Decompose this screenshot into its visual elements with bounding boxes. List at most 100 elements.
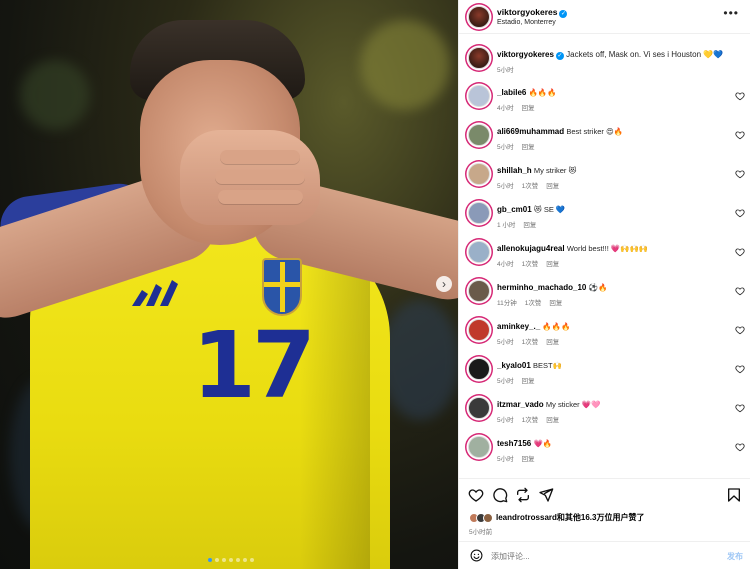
comment-like-count[interactable]: 1次赞 xyxy=(522,183,539,190)
caption-username[interactable]: viktorgyokeres xyxy=(497,50,554,59)
reply-button[interactable]: 回复 xyxy=(549,300,562,307)
carousel-dot xyxy=(229,558,233,562)
comment-input[interactable] xyxy=(491,549,691,563)
commenter-avatar[interactable] xyxy=(468,202,490,224)
comment-row: _kyalo01 BEST🙌 5小时 回复 xyxy=(459,351,750,389)
likes-summary[interactable]: leandrotrossard和其他16.3万位用户赞了 xyxy=(469,512,644,523)
comment-like-count[interactable]: 1次赞 xyxy=(522,339,539,346)
reply-button[interactable]: 回复 xyxy=(523,222,536,229)
commenter-avatar[interactable] xyxy=(468,241,490,263)
more-options-icon[interactable]: ••• xyxy=(723,6,739,20)
comment-time: 5小时 xyxy=(497,378,514,385)
reply-button[interactable]: 回复 xyxy=(546,183,559,190)
post-header: viktorgyokeres ✓ Estadio, Monterrey ••• xyxy=(459,0,750,34)
comment-like-icon[interactable] xyxy=(735,325,745,335)
post-comment-button[interactable]: 发布 xyxy=(727,551,743,562)
comment-username[interactable]: ali669muhammad xyxy=(497,127,564,136)
comment-username[interactable]: gb_cm01 xyxy=(497,205,532,214)
heart-icon[interactable] xyxy=(468,487,484,503)
comment-username[interactable]: _labile6 xyxy=(497,88,526,97)
comment-like-icon[interactable] xyxy=(735,247,745,257)
background-light xyxy=(20,60,90,130)
background-light xyxy=(380,300,458,420)
carousel-dot xyxy=(208,558,212,562)
comment-time: 4小时 xyxy=(497,105,514,112)
comment-like-count[interactable]: 1次赞 xyxy=(525,300,542,307)
comment-like-icon[interactable] xyxy=(735,403,745,413)
comment-username[interactable]: allenokujagu4real xyxy=(497,244,565,253)
post-location[interactable]: Estadio, Monterrey xyxy=(497,19,556,26)
reply-button[interactable]: 回复 xyxy=(522,456,535,463)
comment-username[interactable]: _kyalo01 xyxy=(497,361,531,370)
comment-username[interactable]: aminkey_._ xyxy=(497,322,540,331)
commenter-avatar[interactable] xyxy=(468,85,490,107)
comment-text-line: itzmar_vado My sticker 💗🩷 xyxy=(497,400,729,409)
comment-meta: 1 小时 回复 xyxy=(497,219,544,229)
commenter-avatar[interactable] xyxy=(468,319,490,341)
comment-like-count[interactable]: 1次赞 xyxy=(522,417,539,424)
caption-row: viktorgyokeres ✓ Jackets off, Mask on. Vi… xyxy=(459,40,750,78)
comment-username[interactable]: tesh7156 xyxy=(497,439,531,448)
post-viewer: 17 › viktorgyokeres ✓ Estadio, Monterrey … xyxy=(0,0,750,569)
comment-meta: 5小时 回复 xyxy=(497,141,543,151)
commenter-avatar[interactable] xyxy=(468,358,490,380)
comment-meta: 5小时 1次赞 回复 xyxy=(497,336,567,346)
comment-like-icon[interactable] xyxy=(735,208,745,218)
author-avatar[interactable] xyxy=(468,47,490,69)
comment-meta: 5小时 1次赞 回复 xyxy=(497,414,567,424)
comment-like-icon[interactable] xyxy=(735,364,745,374)
comment-text-line: allenokujagu4real World best!!! 💗🙌🙌🙌 xyxy=(497,244,729,253)
comment-time: 4小时 xyxy=(497,261,514,268)
comment-like-count[interactable]: 1次赞 xyxy=(522,261,539,268)
reply-button[interactable]: 回复 xyxy=(522,378,535,385)
comment-like-icon[interactable] xyxy=(735,130,745,140)
repost-icon[interactable] xyxy=(515,487,531,503)
commenter-avatar[interactable] xyxy=(468,124,490,146)
caption-text: Jackets off, Mask on. Vi ses i Houston 💛… xyxy=(566,50,724,59)
comment-username[interactable]: herminho_machado_10 xyxy=(497,283,586,292)
comment-row: herminho_machado_10 ⚽🔥 11分钟 1次赞 回复 xyxy=(459,273,750,311)
commenter-avatar[interactable] xyxy=(468,163,490,185)
next-slide-button[interactable]: › xyxy=(436,276,452,292)
comment-username[interactable]: shillah_h xyxy=(497,166,532,175)
author-username-text[interactable]: viktorgyokeres xyxy=(497,7,557,17)
reply-button[interactable]: 回复 xyxy=(546,339,559,346)
background-light xyxy=(360,20,450,110)
emoji-icon[interactable] xyxy=(470,549,483,562)
comment-text-line: gb_cm01 😻 SE 💙 xyxy=(497,205,729,214)
author-avatar[interactable] xyxy=(468,6,490,28)
bookmark-icon[interactable] xyxy=(726,487,742,503)
comment-username[interactable]: itzmar_vado xyxy=(497,400,544,409)
share-icon[interactable] xyxy=(538,487,554,503)
reply-button[interactable]: 回复 xyxy=(522,105,535,112)
comment-like-icon[interactable] xyxy=(735,169,745,179)
comment-meta: 11分钟 1次赞 回复 xyxy=(497,297,570,307)
reply-button[interactable]: 回复 xyxy=(546,261,559,268)
comment-like-icon[interactable] xyxy=(735,442,745,452)
post-photo[interactable]: 17 › xyxy=(0,0,458,569)
comment-text-line: herminho_machado_10 ⚽🔥 xyxy=(497,283,729,292)
comment-like-icon[interactable] xyxy=(735,286,745,296)
comment-meta: 5小时 回复 xyxy=(497,453,543,463)
crest-cross xyxy=(280,262,285,312)
comment-like-icon[interactable] xyxy=(735,91,745,101)
reply-button[interactable]: 回复 xyxy=(546,417,559,424)
comment-icon[interactable] xyxy=(492,487,508,503)
comment-row: tesh7156 💗🔥 5小时 回复 xyxy=(459,429,750,467)
comment-row: gb_cm01 😻 SE 💙 1 小时 回复 xyxy=(459,195,750,233)
comment-composer: 发布 xyxy=(459,541,750,569)
comment-text: World best!!! 💗🙌🙌🙌 xyxy=(566,244,649,253)
commenter-avatar[interactable] xyxy=(468,397,490,419)
comment-time: 1 小时 xyxy=(497,222,516,229)
comment-text-line: tesh7156 💗🔥 xyxy=(497,439,729,448)
comment-meta: 4小时 回复 xyxy=(497,102,543,112)
commenter-avatar[interactable] xyxy=(468,280,490,302)
comment-text-line: ali669muhammad Best striker 😍🔥 xyxy=(497,127,729,136)
commenter-avatar[interactable] xyxy=(468,436,490,458)
comment-row: shillah_h My striker 😻 5小时 1次赞 回复 xyxy=(459,156,750,194)
likes-text[interactable]: leandrotrossard和其他16.3万位用户赞了 xyxy=(496,512,644,523)
post-time[interactable]: 5小时前 xyxy=(469,526,492,536)
author-username[interactable]: viktorgyokeres ✓ xyxy=(497,7,568,18)
comment-row: aminkey_._ 🔥🔥🔥 5小时 1次赞 回复 xyxy=(459,312,750,350)
reply-button[interactable]: 回复 xyxy=(522,144,535,151)
